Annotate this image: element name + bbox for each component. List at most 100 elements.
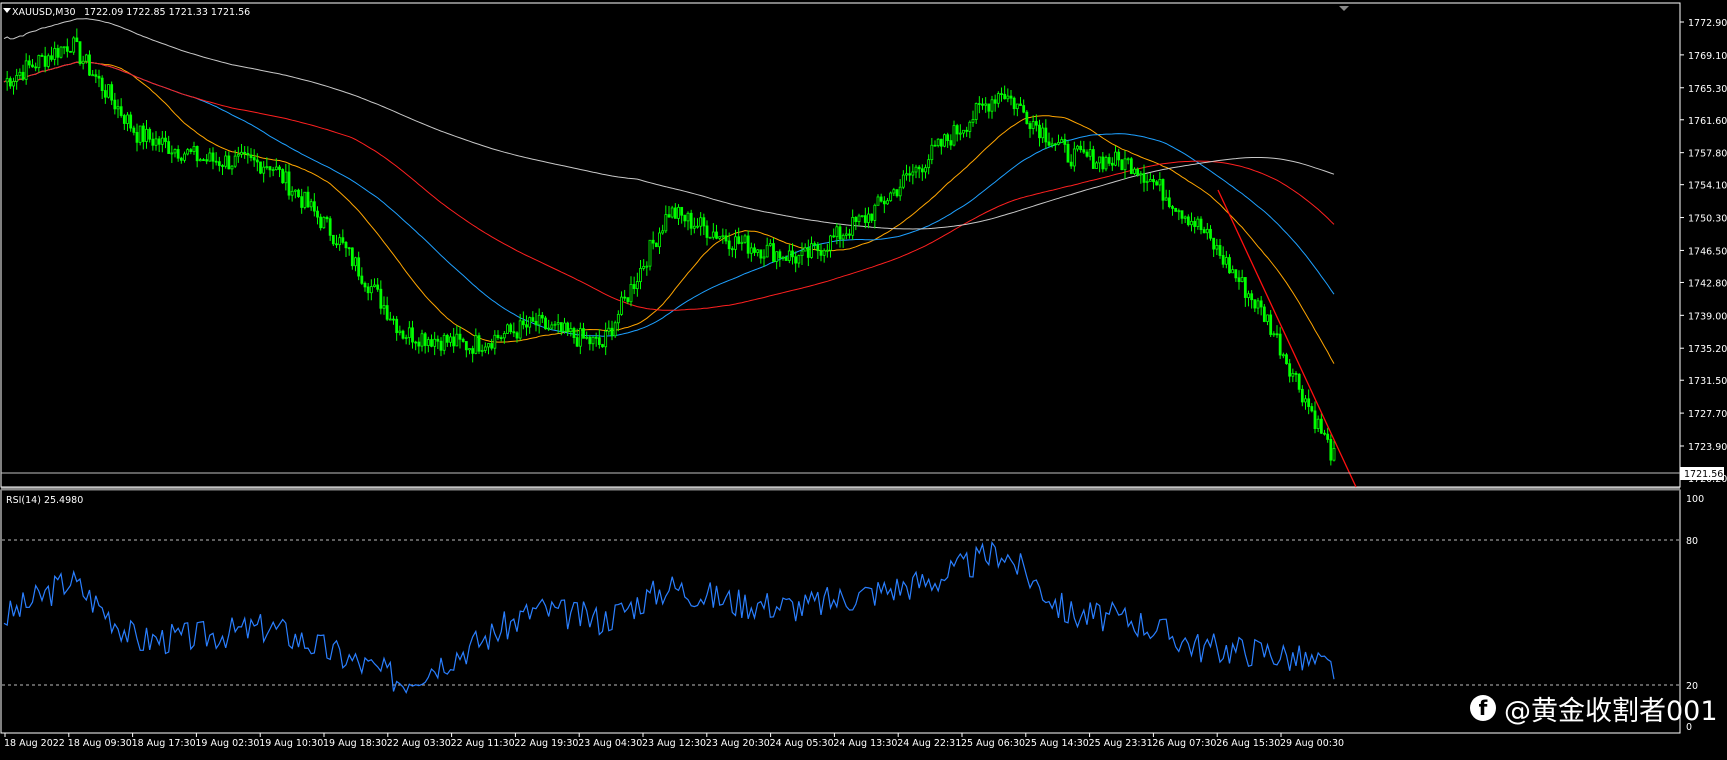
candle-body [965,129,969,132]
candle-body [328,218,332,236]
price-axis[interactable]: 1772.90 1769.10 1765.30 1761.60 1757.80 1754.… [1680,18,1727,485]
candle-body [661,230,665,234]
time-axis[interactable]: 18 Aug 2022 18 Aug 09:30 18 Aug 17:30 19 Au… [4,733,1344,749]
time-tick-label: 18 Aug 09:30 [68,738,132,749]
time-tick-label: 22 Aug 19:30 [514,738,578,749]
candle-body [544,317,547,330]
candle-body [373,284,376,287]
chart-shift-icon[interactable] [1339,6,1349,11]
candle-body [360,275,364,284]
candle-body [816,244,820,252]
candle-body [243,151,247,154]
candle-body [670,207,674,218]
candle-body [113,99,117,110]
candle-body [170,152,174,155]
candle-body [271,169,275,172]
candle-body [578,328,582,347]
candle-body [1057,142,1060,145]
candle-body [1304,398,1307,403]
candle-body [946,134,950,142]
candle-body [632,284,636,290]
candle-body [857,215,861,222]
candle-body [1199,218,1203,231]
candle-body [148,128,152,140]
candle-body [635,281,639,290]
candle-body [354,257,357,267]
candle-body [1285,354,1288,365]
candle-body [407,327,411,338]
candle-body [1069,161,1073,167]
candle-body [293,189,297,192]
candle-body [499,337,503,339]
candle-body [534,320,538,326]
candle-body [164,137,167,142]
candle-body [129,114,133,129]
candle-body [1076,145,1079,150]
candle-body [59,46,63,58]
candle-body [395,318,399,334]
candle-body [331,234,335,245]
candle-body [753,247,756,253]
candle-body [1259,300,1263,308]
candle-body [189,149,193,152]
candle-body [822,250,826,256]
candle-body [724,235,728,242]
chart-canvas[interactable]: XAUUSD,M30 1722.09 1722.85 1721.33 1721.… [0,0,1727,756]
time-tick-label: 22 Aug 03:30 [387,738,451,749]
candle-body [192,146,196,152]
candle-body [968,121,972,132]
time-tick-label: 24 Aug 13:30 [833,738,897,749]
candle-body [835,226,839,238]
candle-body [768,243,772,246]
candle-body [72,37,76,53]
candle-body [1120,159,1124,171]
candle-body [458,333,462,340]
candle-body [601,344,604,348]
trendline[interactable] [1217,189,1357,488]
candle-body [996,93,1000,104]
candle-body [1243,277,1247,298]
candle-body [1129,158,1133,174]
candle-body [449,336,452,343]
candle-body [806,247,810,258]
candle-body [1139,173,1143,176]
time-tick-label: 23 Aug 04:30 [578,738,642,749]
candle-body [1224,257,1228,265]
chart-window[interactable]: XAUUSD,M30 1722.09 1722.85 1721.33 1721.… [0,0,1727,756]
candle-body [591,336,595,345]
watermark-text: @黄金收割者001 [1504,695,1718,727]
candle-body [287,171,291,196]
candle-body [221,165,224,167]
candle-body [787,250,791,261]
candle-body [1288,363,1292,377]
candle-body [901,174,905,188]
time-tick-label: 24 Aug 05:30 [770,738,834,749]
candle-body [27,60,31,66]
candle-body [1167,197,1171,207]
candle-body [15,75,19,82]
candle-body [1063,139,1067,145]
candle-body [382,305,386,309]
candle-body [559,322,563,332]
candle-body [971,119,975,123]
rsi-line [3,540,1335,695]
candle-body [411,327,414,343]
candle-body [480,350,484,352]
candle-body [873,204,877,221]
candle-body [1256,300,1260,309]
candle-body [1117,151,1121,161]
chart-menu-icon[interactable] [3,8,11,13]
candle-body [794,256,798,264]
candle-body [610,327,614,337]
candle-body [1053,143,1057,146]
candle-body [1266,314,1269,322]
candle-body [252,157,256,161]
candle-body [730,248,734,251]
candle-body [1012,97,1016,110]
candle-body [1028,123,1032,129]
candle-body [268,166,272,171]
price-tick-label: 1757.80 [1688,149,1727,160]
candle-body [645,265,649,268]
candle-body [392,318,395,321]
candle-body [316,210,319,218]
